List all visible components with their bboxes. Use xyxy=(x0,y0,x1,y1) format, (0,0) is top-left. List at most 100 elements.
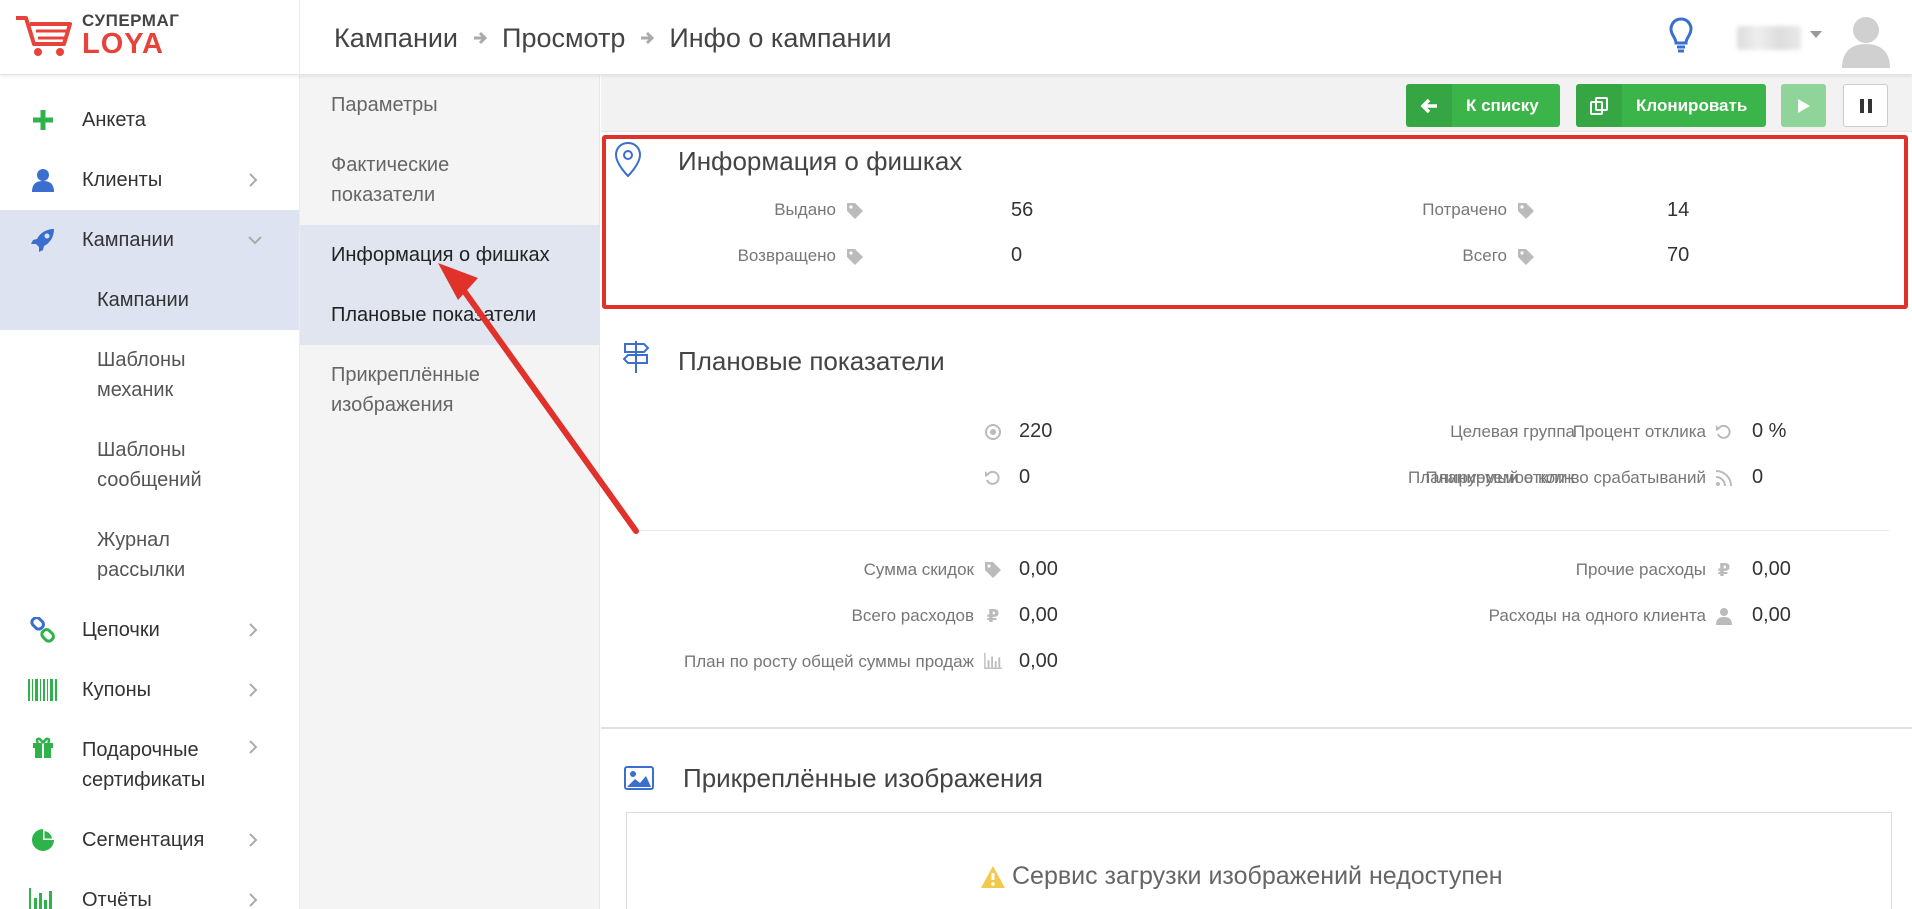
sidebar-item-coupons[interactable]: Купоны xyxy=(0,660,299,720)
pie-chart-icon xyxy=(28,825,58,855)
avatar[interactable] xyxy=(1838,10,1894,68)
sidebar-subitem-mailing-log[interactable]: Журнал рассылки xyxy=(0,510,299,600)
chevron-right-icon xyxy=(249,683,258,697)
sidebar-item-gift-certificates[interactable]: Подарочные сертификаты xyxy=(0,720,299,810)
spent-value: 14 xyxy=(1667,199,1690,221)
discount-sum-value: 0,00 xyxy=(1019,558,1058,580)
chevron-right-icon xyxy=(249,893,258,907)
rocket-icon xyxy=(28,225,58,255)
subnav-item-actual-metrics[interactable]: Фактические показатели xyxy=(300,135,600,225)
sidebar-subitem-mechanic-templates[interactable]: Шаблоны механик xyxy=(0,330,299,420)
planned-response-value: 0 xyxy=(1019,466,1031,488)
sidebar-item-label: Подарочные сертификаты xyxy=(82,739,206,791)
subnav-item-attached-images[interactable]: Прикреплённые изображения xyxy=(300,345,600,435)
sidebar-item-label: Клиенты xyxy=(82,169,163,191)
sidebar-item-clients[interactable]: Клиенты xyxy=(0,150,299,210)
upload-warning-text: Сервис загрузки изображений недоступен xyxy=(1012,862,1503,890)
plus-icon xyxy=(28,105,58,135)
discount-sum-label: Сумма скидок xyxy=(863,560,974,579)
subnav-item-planned-metrics[interactable]: Плановые показатели xyxy=(300,285,600,345)
issued-label: Выдано xyxy=(774,200,836,219)
sidebar-subitem-label: Шаблоны сообщений xyxy=(97,439,202,491)
cost-per-client-value: 0,00 xyxy=(1752,604,1791,626)
subnav-item-label: Параметры xyxy=(331,94,438,116)
sidebar-item-campaigns[interactable]: Кампании xyxy=(0,210,299,270)
breadcrumb-arrow-icon xyxy=(472,30,488,46)
upload-warning: Сервис загрузки изображений недоступен xyxy=(980,862,1503,891)
chevron-right-icon xyxy=(249,623,258,637)
sidebar-item-label: Отчёты xyxy=(82,889,152,909)
divider xyxy=(639,530,1889,531)
brand-logo[interactable]: СУПЕРМАГ LOYA xyxy=(0,0,300,75)
clone-label: Клонировать xyxy=(1636,95,1748,115)
subnav-item-label: Фактические показатели xyxy=(331,154,450,206)
breadcrumb-item-campaigns[interactable]: Кампании xyxy=(334,23,458,54)
returned-label: Возвращено xyxy=(737,246,836,265)
toolbar: К списку Клонировать xyxy=(601,75,1912,132)
ruble-icon: ₽ xyxy=(1717,559,1731,580)
warning-icon xyxy=(981,865,1005,888)
sidebar-item-reports[interactable]: Отчёты xyxy=(0,870,299,909)
arrow-left-icon xyxy=(1406,84,1452,127)
chevron-right-icon xyxy=(249,173,258,187)
tag-icon xyxy=(846,248,864,266)
breadcrumb: Кампании Просмотр Инфо о кампании xyxy=(334,18,892,58)
chevron-right-icon xyxy=(249,740,258,754)
total-label: Всего xyxy=(1462,246,1507,265)
campaign-section-nav: Параметры Фактические показатели Информа… xyxy=(300,75,600,909)
signpost-icon xyxy=(623,341,649,373)
lightbulb-icon[interactable] xyxy=(1668,16,1694,56)
breadcrumb-arrow-icon xyxy=(639,30,655,46)
start-button[interactable] xyxy=(1781,84,1826,127)
subnav-item-parameters[interactable]: Параметры xyxy=(300,75,600,135)
breadcrumb-item-view[interactable]: Просмотр xyxy=(502,23,625,54)
user-icon xyxy=(28,165,58,195)
barcode-icon xyxy=(28,675,58,705)
tag-icon xyxy=(846,202,864,220)
sidebar-subitem-campaigns[interactable]: Кампании xyxy=(0,270,299,330)
sidebar-subitem-label: Кампании xyxy=(97,289,189,311)
clone-button[interactable]: Клонировать xyxy=(1576,84,1766,127)
main-content: К списку Клонировать Информация о фишках… xyxy=(601,75,1912,909)
sidebar-item-label: Купоны xyxy=(82,679,152,701)
total-costs-label: Всего расходов xyxy=(851,606,974,625)
cart-logo-icon xyxy=(16,16,72,56)
issued-value: 56 xyxy=(1011,199,1034,221)
sidebar-item-label: Кампании xyxy=(82,229,174,251)
subnav-item-chips-info[interactable]: Информация о фишках xyxy=(300,225,600,285)
sidebar: Анкета Клиенты Кампании Кампании Шаблоны… xyxy=(0,75,300,909)
pause-icon xyxy=(1859,98,1872,113)
spent-label: Потрачено xyxy=(1422,200,1507,219)
sidebar-item-segmentation[interactable]: Сегментация xyxy=(0,810,299,870)
user-icon xyxy=(1715,607,1733,625)
planned-metrics-title: Плановые показатели xyxy=(678,346,945,376)
planned-triggers-value: 0 xyxy=(1752,466,1764,488)
sidebar-subitem-message-templates[interactable]: Шаблоны сообщений xyxy=(0,420,299,510)
sales-growth-label: План по росту общей суммы продаж xyxy=(684,652,974,671)
bar-chart-icon xyxy=(28,885,58,909)
attached-images-title: Прикреплённые изображения xyxy=(683,763,1044,793)
sidebar-item-questionnaire[interactable]: Анкета xyxy=(0,90,299,150)
returned-value: 0 xyxy=(1011,244,1023,266)
response-pct-label: Процент отклика xyxy=(1572,422,1706,441)
other-costs-label: Прочие расходы xyxy=(1575,560,1706,579)
chevron-down-icon[interactable] xyxy=(1810,31,1822,39)
copy-icon xyxy=(1576,84,1622,127)
back-to-list-label: К списку xyxy=(1466,95,1539,115)
pause-button[interactable] xyxy=(1843,84,1888,127)
sidebar-item-label: Анкета xyxy=(82,109,146,131)
subnav-item-label: Информация о фишках xyxy=(331,244,550,266)
rss-icon xyxy=(1715,469,1733,487)
sales-growth-value: 0,00 xyxy=(1019,650,1058,672)
back-to-list-button[interactable]: К списку xyxy=(1406,84,1560,127)
undo-icon xyxy=(984,469,1002,487)
user-name-blurred[interactable] xyxy=(1737,26,1801,50)
sidebar-item-chains[interactable]: Цепочки xyxy=(0,600,299,660)
top-header: СУПЕРМАГ LOYA Кампании Просмотр Инфо о к… xyxy=(0,0,1912,75)
sidebar-item-label: Цепочки xyxy=(82,619,160,641)
subnav-item-label: Плановые показатели xyxy=(331,304,537,326)
breadcrumb-item-campaign-info: Инфо о кампании xyxy=(669,22,892,53)
planned-triggers-label: Планируемое кол-во срабатываний xyxy=(1425,468,1706,487)
target-icon xyxy=(984,423,1002,441)
image-icon xyxy=(624,766,654,790)
